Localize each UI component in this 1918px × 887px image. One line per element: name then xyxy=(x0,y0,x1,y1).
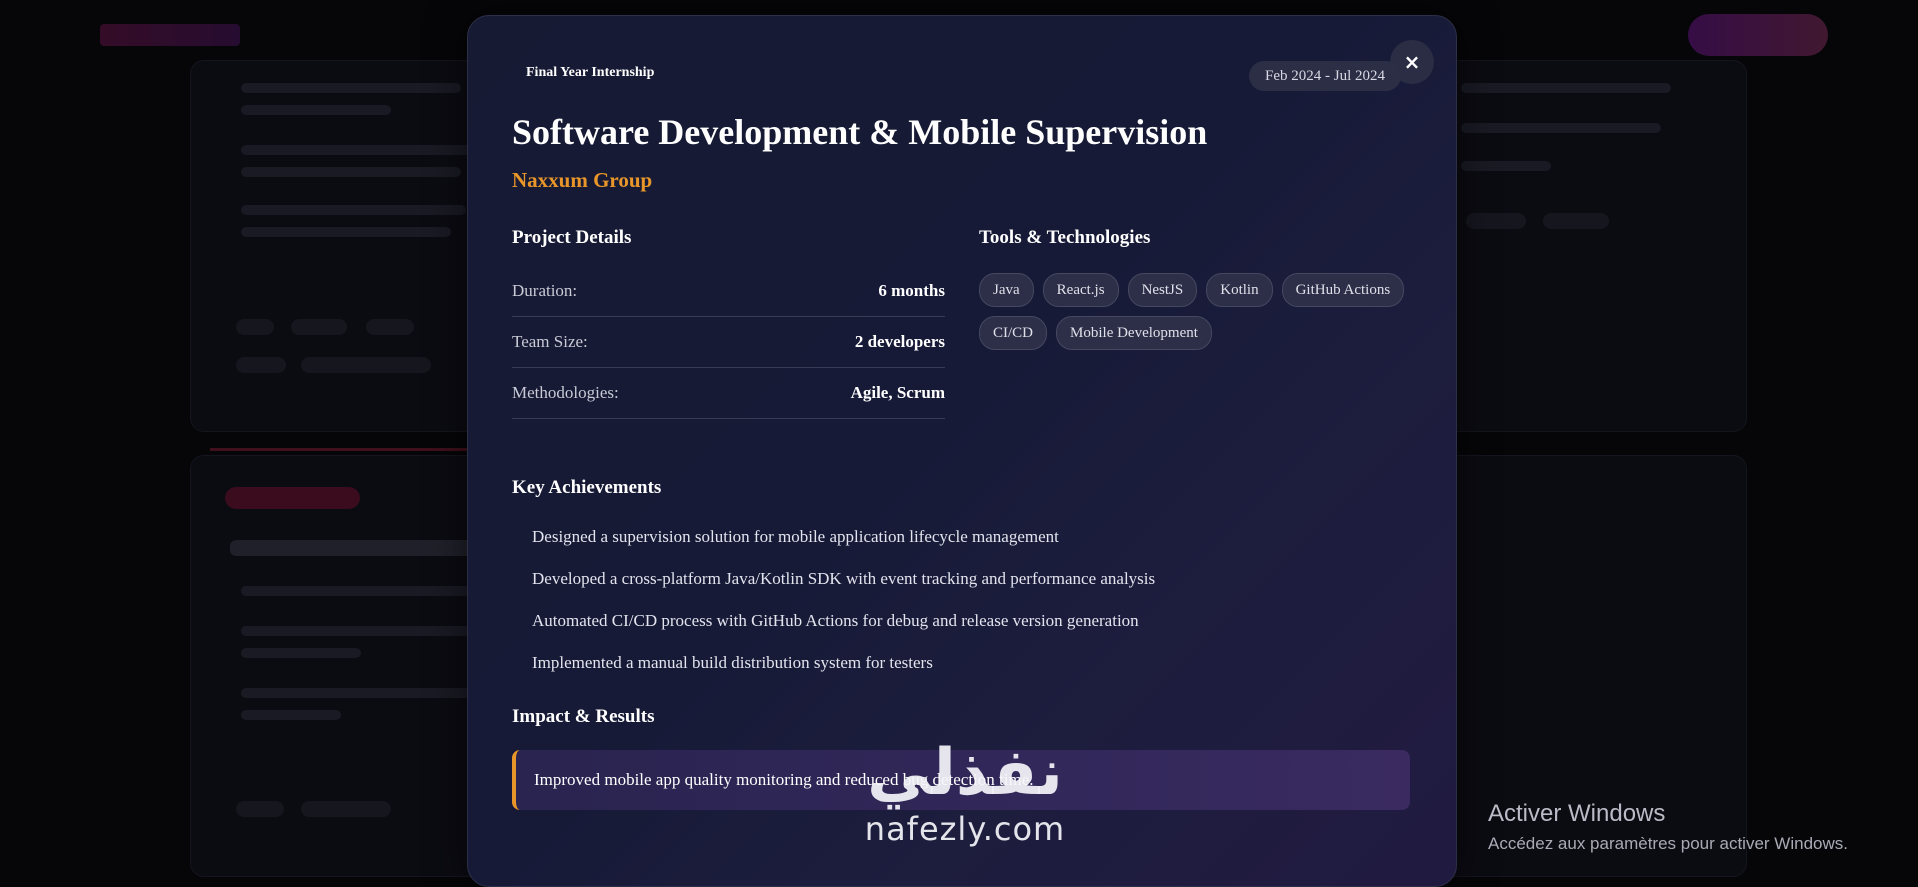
close-icon: × xyxy=(1403,50,1421,74)
background-chip xyxy=(236,357,286,373)
background-text-line xyxy=(241,626,471,636)
detail-value: 6 months xyxy=(878,280,945,300)
background-logo xyxy=(100,24,240,46)
modal-title: Software Development & Mobile Supervisio… xyxy=(512,112,1208,152)
detail-value: 2 developers xyxy=(854,331,945,351)
background-text-line xyxy=(1461,161,1551,171)
tech-tag: GitHub Actions xyxy=(1281,273,1405,307)
background-chip xyxy=(236,319,274,335)
date-badge: Feb 2024 - Jul 2024 xyxy=(1249,61,1401,91)
background-text-line xyxy=(241,648,361,658)
background-text-line xyxy=(241,227,451,237)
tech-tag: NestJS xyxy=(1127,273,1198,307)
detail-row-methodologies: Methodologies: Agile, Scrum xyxy=(512,367,945,419)
background-title xyxy=(230,540,490,556)
background-cta-button xyxy=(1688,14,1828,56)
tech-tag: CI/CD xyxy=(979,316,1048,350)
background-text-line xyxy=(1461,83,1671,93)
achievement-item: Developed a cross-platform Java/Kotlin S… xyxy=(532,569,1156,588)
background-text-line xyxy=(241,586,471,596)
tech-tag-list: Java React.js NestJS Kotlin GitHub Actio… xyxy=(979,273,1409,350)
impact-callout: Improved mobile app quality monitoring a… xyxy=(512,750,1410,810)
background-text-line xyxy=(241,688,471,698)
background-chip xyxy=(291,319,347,335)
detail-row-duration: Duration: 6 months xyxy=(512,265,945,317)
tech-tag: Kotlin xyxy=(1206,273,1273,307)
project-details-heading: Project Details xyxy=(512,227,632,248)
tech-tag: Mobile Development xyxy=(1056,316,1212,350)
detail-value: Agile, Scrum xyxy=(850,382,945,402)
achievement-item: Implemented a manual build distribution … xyxy=(532,653,933,672)
detail-row-team-size: Team Size: 2 developers xyxy=(512,316,945,368)
tech-tag: React.js xyxy=(1042,273,1119,307)
detail-label: Team Size: xyxy=(512,331,588,351)
background-chip xyxy=(1466,213,1526,229)
background-badge xyxy=(225,487,360,509)
background-chip xyxy=(1543,213,1609,229)
background-chip xyxy=(366,319,414,335)
detail-label: Methodologies: xyxy=(512,382,619,402)
background-text-line xyxy=(241,83,461,93)
windows-activation-subtitle: Accédez aux paramètres pour activer Wind… xyxy=(1488,834,1848,853)
detail-label: Duration: xyxy=(512,280,578,300)
background-chip xyxy=(301,801,391,817)
background-text-line xyxy=(241,710,341,720)
background-text-line xyxy=(241,145,471,155)
achievement-item: Automated CI/CD process with GitHub Acti… xyxy=(532,611,1139,630)
company-name: Naxxum Group xyxy=(512,168,653,192)
background-text-line xyxy=(241,205,466,215)
tech-tag: Java xyxy=(979,273,1034,307)
modal-kicker: Final Year Internship xyxy=(526,65,655,80)
achievements-heading: Key Achievements xyxy=(512,477,662,498)
achievement-item: Designed a supervision solution for mobi… xyxy=(532,527,1059,546)
background-chip xyxy=(236,801,284,817)
background-chip xyxy=(301,357,431,373)
tools-heading: Tools & Technologies xyxy=(979,227,1151,248)
background-text-line xyxy=(241,105,391,115)
background-text-line xyxy=(1461,123,1661,133)
windows-activation-title: Activer Windows xyxy=(1488,800,1666,827)
impact-text: Improved mobile app quality monitoring a… xyxy=(534,770,1034,789)
impact-heading: Impact & Results xyxy=(512,706,655,727)
background-text-line xyxy=(241,167,461,177)
background-accent-line xyxy=(210,448,480,451)
